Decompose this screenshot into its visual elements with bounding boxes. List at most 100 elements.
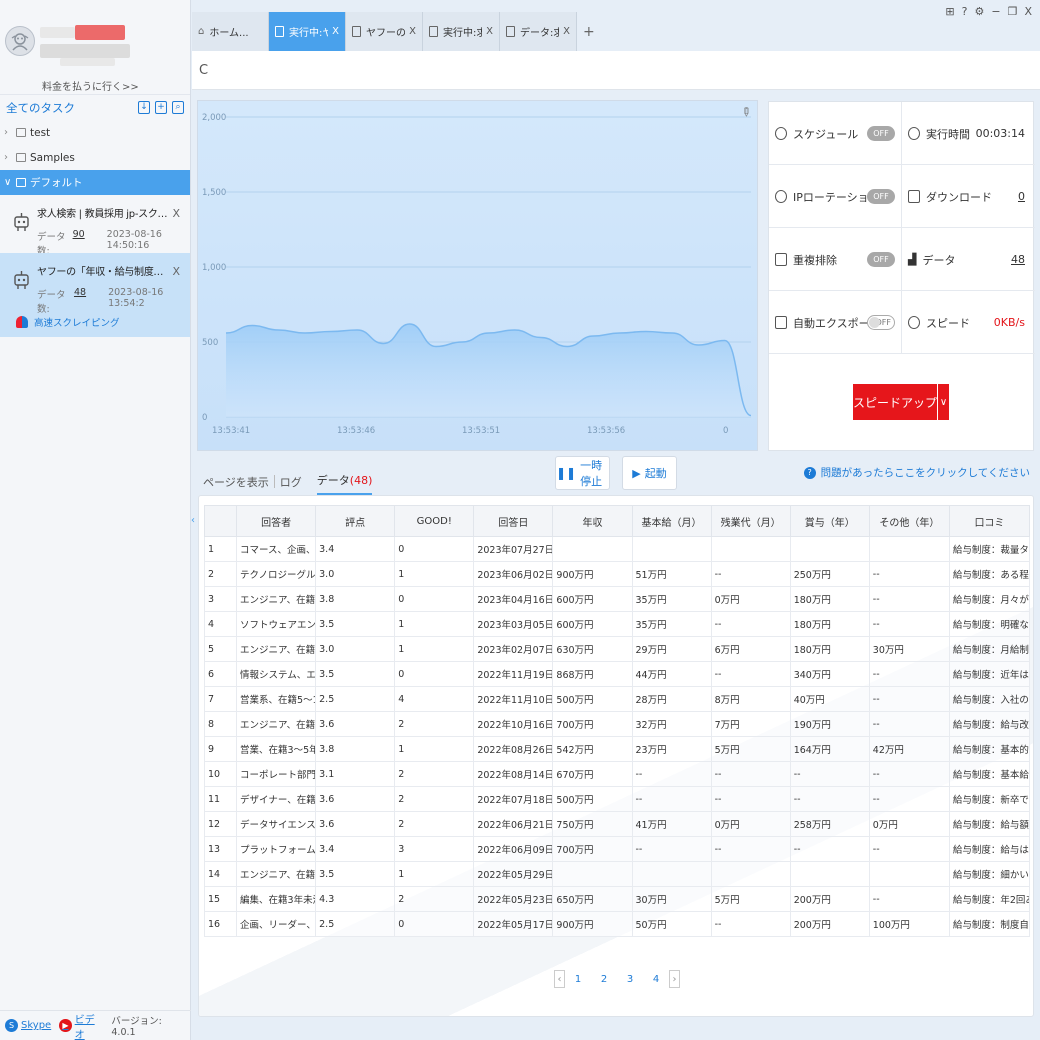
add-task-icon[interactable]: + [155, 101, 167, 114]
tab-home[interactable]: ⌂ ホーム... [192, 12, 269, 51]
table-cell: 1 [394, 861, 475, 887]
new-tab-button[interactable]: + [583, 24, 595, 40]
next-page-button[interactable]: › [669, 970, 680, 988]
column-header[interactable] [203, 505, 238, 537]
task-close-icon[interactable]: X [172, 265, 180, 278]
table-row[interactable]: 8エンジニア、在籍3年未...3.622022年10月16日700万円32万円7… [203, 711, 1031, 737]
import-icon[interactable]: ↓ [138, 101, 150, 114]
task-item-selected[interactable]: ヤフーの「年収・給与制度」 OpenWork-スクレイピング中 データ数: 48… [0, 253, 190, 337]
table-cell: 3.6 [315, 711, 396, 737]
table-cell: 1 [394, 611, 475, 637]
chevron-down-icon[interactable]: ∨ [937, 384, 949, 420]
minimize-icon[interactable]: − [991, 5, 1000, 18]
table-row[interactable]: 12データサイエンス、在...3.622022年06月21日750万円41万円0… [203, 811, 1031, 837]
table-row[interactable]: 3エンジニア、在籍3～5...3.802023年04月16日600万円35万円0… [203, 586, 1031, 612]
table-cell: テクノロジーグループ... [236, 561, 317, 587]
restore-icon[interactable]: ❐ [1008, 5, 1018, 18]
pause-button[interactable]: ❚❚ 一時停止 [555, 456, 610, 490]
tab-log[interactable]: ログ [280, 474, 302, 490]
avatar[interactable] [5, 26, 35, 56]
tab-close-icon[interactable]: X [563, 26, 570, 37]
y-tick-label: 1,000 [202, 263, 226, 273]
table-row[interactable]: 10コーポレート部門、管...3.122022年08月14日670万円-----… [203, 761, 1031, 787]
data-table: 回答者 評点 GOOD! 回答日 年収 基本給（月） 残業代（月） 賞与（年） その他（年） 口コ… [203, 505, 1031, 937]
all-tasks-label[interactable]: 全てのタスク [6, 100, 75, 116]
runtime-cell: 実行時間 00:03:14 [902, 102, 1035, 165]
table-row[interactable]: 5エンジニア、在籍3～5...3.012023年02月07日630万円29万円6… [203, 636, 1031, 662]
tab-page-view[interactable]: ページを表示 [203, 474, 269, 490]
pay-link[interactable]: 料金を払うに行く>> [42, 78, 139, 93]
data-label: データ [922, 253, 956, 267]
sidebar-footer: S Skype ▶ ビデオ バージョン: 4.0.1 [0, 1010, 191, 1040]
speed-up-button[interactable]: スピードアップ ∨ [853, 384, 949, 420]
page-3[interactable]: 3 [617, 974, 643, 985]
close-icon[interactable]: X [1024, 5, 1032, 18]
schedule-toggle[interactable]: OFF [867, 126, 895, 141]
high-speed-badge[interactable]: 高速スクレイピング [16, 315, 120, 329]
task-close-icon[interactable]: X [172, 207, 180, 220]
folder-default[interactable]: ∨ デフォルト [0, 170, 190, 195]
task-count[interactable]: 48 [74, 287, 86, 315]
column-header[interactable]: 賞与（年） [789, 505, 870, 537]
prev-page-button[interactable]: ‹ [554, 970, 565, 988]
column-header[interactable]: 回答者 [236, 505, 317, 537]
task-item[interactable]: 求人検索 | 教員採用 jp-スクレイピング中 データ数: 90 2023-08… [0, 195, 190, 257]
data-value[interactable]: 48 [1011, 253, 1025, 266]
help-icon[interactable]: ? [962, 5, 968, 18]
column-header[interactable]: 残業代（月） [710, 505, 791, 537]
table-cell [789, 861, 870, 887]
column-header[interactable]: GOOD! [394, 505, 475, 537]
table-row[interactable]: 6情報システム、エンジ...3.502022年11月19日868万円44万円--… [203, 661, 1031, 687]
table-row[interactable]: 9営業、在籍3～5年、現...3.812022年08月26日542万円23万円5… [203, 736, 1031, 762]
table-cell: 2 [394, 761, 475, 787]
page-2[interactable]: 2 [591, 974, 617, 985]
folder-label: デフォルト [30, 177, 83, 189]
table-cell: -- [868, 836, 950, 862]
column-header[interactable]: 年収 [552, 505, 633, 537]
table-cell: 3.6 [315, 811, 396, 837]
folder-test[interactable]: › test [0, 120, 190, 145]
autoexport-toggle[interactable]: OFF [867, 315, 895, 330]
table-row[interactable]: 7営業系、在籍5～10年...2.542022年11月10日500万円28万円8… [203, 686, 1031, 712]
start-button[interactable]: ▶ 起動 [622, 456, 677, 490]
tab-running-yahoo[interactable]: 実行中:ヤ... X [269, 12, 346, 51]
folder-samples[interactable]: › Samples [0, 145, 190, 170]
tab-close-icon[interactable]: X [332, 26, 339, 37]
table-row[interactable]: 13プラットフォームエン...3.432022年06月09日700万円-----… [203, 836, 1031, 862]
table-cell: エンジニア、在籍3～5... [236, 586, 317, 612]
table-row[interactable]: 16企画、リーダー、在籍3...2.502022年05月17日900万円50万円… [203, 911, 1031, 937]
column-header[interactable]: 基本給（月） [631, 505, 712, 537]
table-row[interactable]: 1コマース、企画、一般...3.402023年07月27日 給与制度：裁量タイミ.… [203, 536, 1031, 562]
ip-toggle[interactable]: OFF [867, 189, 895, 204]
help-link[interactable]: ? 問題があったらここをクリックしてください [803, 465, 1030, 480]
gift-icon[interactable]: ⊞ [945, 5, 954, 18]
download-value[interactable]: 0 [1018, 190, 1025, 203]
column-header[interactable]: 回答日 [473, 505, 554, 537]
column-header[interactable]: その他（年） [868, 505, 950, 537]
search-task-icon[interactable]: ⌕ [172, 101, 184, 114]
home-icon: ⌂ [198, 26, 205, 37]
tab-data-job[interactable]: データ:求... X [500, 12, 577, 51]
gear-icon[interactable]: ⚙ [974, 5, 984, 18]
username-blurred [40, 27, 75, 38]
reload-icon[interactable]: C [199, 63, 208, 78]
page-4[interactable]: 4 [643, 974, 669, 985]
page-1[interactable]: 1 [565, 974, 591, 985]
skype-link[interactable]: S Skype [5, 1019, 51, 1032]
video-link[interactable]: ▶ ビデオ [59, 1011, 103, 1040]
tab-yahoo[interactable]: ヤフーの... X [346, 12, 423, 51]
tab-close-icon[interactable]: X [486, 26, 493, 37]
tab-running-job[interactable]: 実行中:求... X [423, 12, 500, 51]
table-row[interactable]: 11デザイナー、在籍3年未...3.622022年07月18日500万円----… [203, 786, 1031, 812]
table-row[interactable]: 14エンジニア、在籍5～1...3.512022年05月29日 給与制度：細かいラ… [203, 861, 1031, 887]
table-row[interactable]: 4ソフトウェアエンジニ...3.512023年03月05日600万円35万円--… [203, 611, 1031, 637]
table-row[interactable]: 2テクノロジーグループ...3.012023年06月02日900万円51万円--… [203, 561, 1031, 587]
column-header[interactable]: 口コミ [948, 505, 1031, 537]
dedupe-toggle[interactable]: OFF [867, 252, 895, 267]
table-row[interactable]: 15編集、在籍3年未満、現...4.322022年05月23日650万円30万円… [203, 886, 1031, 912]
column-header[interactable]: 評点 [315, 505, 396, 537]
table-cell: 2022年11月10日 [473, 686, 554, 712]
tab-data[interactable]: データ(48) [316, 472, 373, 495]
tab-close-icon[interactable]: X [409, 26, 416, 37]
profile-area: 料金を払うに行く>> [0, 0, 190, 95]
